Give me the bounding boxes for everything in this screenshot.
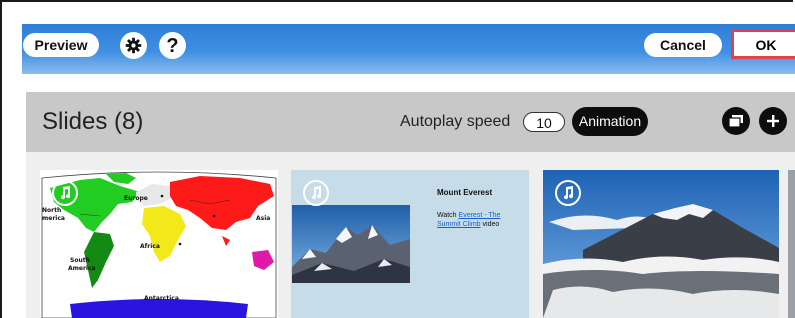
preview-button[interactable]: Preview bbox=[23, 33, 99, 57]
svg-text:Antarctica: Antarctica bbox=[144, 295, 179, 302]
stack-icon bbox=[728, 115, 743, 128]
animation-button[interactable]: Animation bbox=[572, 107, 648, 136]
everest-photo bbox=[292, 205, 410, 283]
audio-icon bbox=[303, 180, 329, 206]
settings-button[interactable] bbox=[120, 32, 147, 59]
watch-prefix: Watch bbox=[437, 212, 459, 219]
watch-suffix: video bbox=[480, 221, 500, 228]
svg-text:Asia: Asia bbox=[256, 215, 270, 222]
ok-button[interactable]: OK bbox=[731, 29, 795, 59]
help-button[interactable]: ? bbox=[159, 32, 186, 59]
toolbar: Preview ? Cancel OK bbox=[22, 24, 795, 74]
slide-heading: Mount Everest bbox=[437, 188, 493, 197]
slides-header: Slides (8) Autoplay speed 10 Animation bbox=[26, 92, 795, 152]
slide-thumbnail-3[interactable] bbox=[543, 170, 779, 318]
slide-thumbnail-4[interactable] bbox=[788, 170, 795, 318]
slides-list: Europe Asia North merica Africa South Am… bbox=[26, 152, 795, 318]
plus-icon bbox=[767, 115, 779, 127]
duplicate-slides-button[interactable] bbox=[722, 107, 750, 135]
svg-text:Africa: Africa bbox=[140, 243, 160, 250]
svg-text:America: America bbox=[68, 265, 96, 272]
autoplay-speed-input[interactable]: 10 bbox=[523, 112, 565, 132]
gear-icon bbox=[125, 37, 142, 54]
ok-button-label: OK bbox=[755, 37, 777, 53]
slide-text: Watch Everest - The Summit Climb video bbox=[437, 211, 517, 229]
cancel-button[interactable]: Cancel bbox=[644, 33, 722, 57]
question-icon: ? bbox=[166, 34, 179, 57]
slide-thumbnail-1[interactable]: Europe Asia North merica Africa South Am… bbox=[40, 170, 278, 318]
svg-text:North: North bbox=[42, 207, 61, 214]
svg-text:merica: merica bbox=[42, 215, 65, 222]
audio-icon bbox=[52, 180, 78, 206]
audio-icon bbox=[555, 180, 581, 206]
slide-thumbnail-2[interactable]: Mount Everest Watch Everest - The Summit… bbox=[291, 170, 529, 318]
add-slide-button[interactable] bbox=[759, 107, 787, 135]
slides-title: Slides (8) bbox=[42, 108, 144, 135]
svg-text:Europe: Europe bbox=[124, 195, 148, 202]
autoplay-speed-label: Autoplay speed bbox=[400, 113, 511, 130]
svg-text:South: South bbox=[70, 257, 90, 264]
